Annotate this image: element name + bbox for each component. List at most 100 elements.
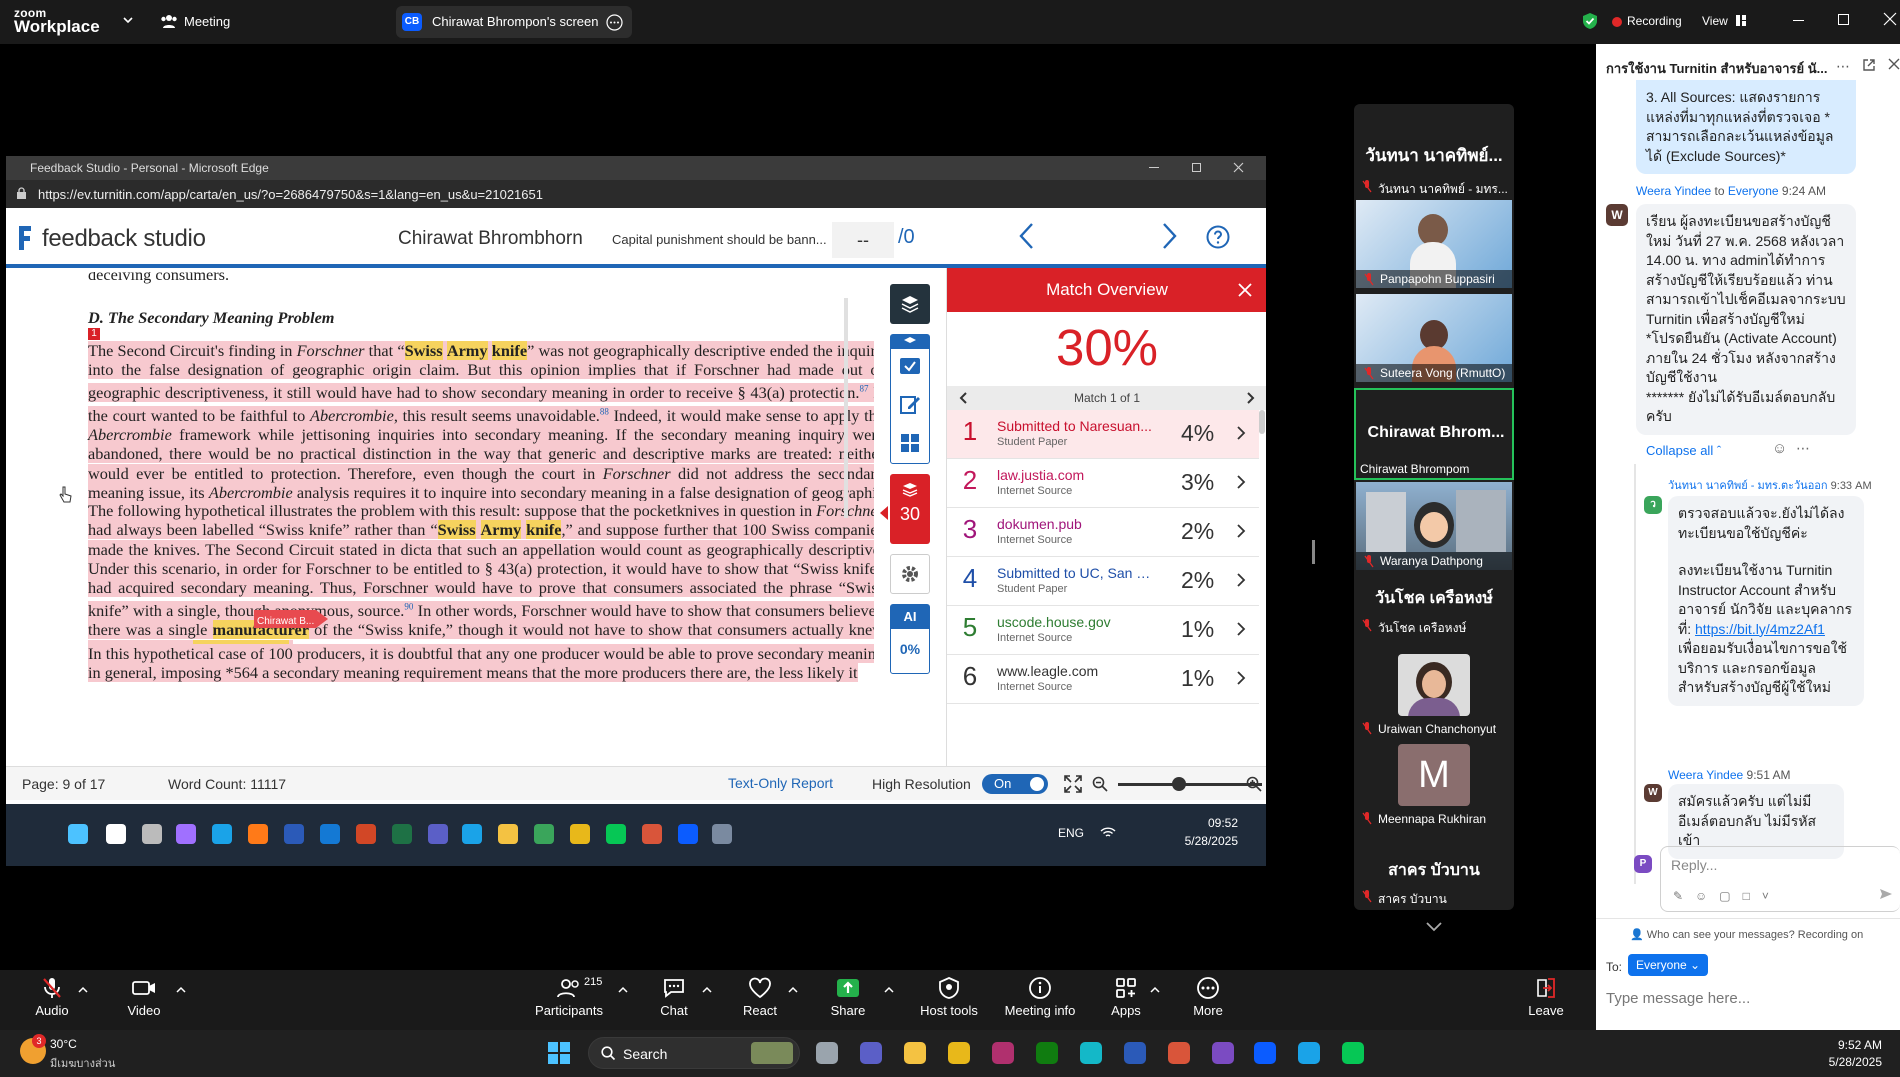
word-icon[interactable]: [284, 824, 304, 844]
calculator-icon[interactable]: [712, 824, 732, 844]
copilot-icon[interactable]: [176, 824, 196, 844]
edit-tool-icon[interactable]: [899, 393, 921, 415]
screen-share-chip[interactable]: CB Chirawat Bhrompon's screen: [396, 6, 632, 38]
next-match-icon[interactable]: [1247, 392, 1255, 404]
matched-phrase[interactable]: Swiss: [404, 341, 443, 360]
similarity-button[interactable]: 30: [890, 474, 930, 544]
audio-options-chevron-icon[interactable]: [78, 986, 88, 993]
start-windows-icon[interactable]: [548, 1042, 570, 1064]
restore-icon[interactable]: [1838, 14, 1849, 25]
match-expand-chevron-icon[interactable]: [1237, 622, 1246, 636]
host-tools-button[interactable]: Host tools: [904, 976, 994, 1018]
matched-phrase[interactable]: Swiss: [437, 520, 476, 540]
match-expand-chevron-icon[interactable]: [1237, 524, 1246, 538]
chat-options-chevron-icon[interactable]: [702, 986, 712, 993]
zoom-slider[interactable]: [1118, 783, 1262, 786]
matched-phrase[interactable]: Army: [480, 520, 522, 540]
address-bar[interactable]: https://ev.turnitin.com/app/carta/en_us/…: [6, 180, 1266, 208]
participant-tile-4[interactable]: Waranya Dathpong: [1356, 482, 1512, 570]
more-button[interactable]: More: [1168, 976, 1248, 1018]
zoom-in-icon[interactable]: [1246, 776, 1262, 792]
chrome-profile-icon[interactable]: [642, 824, 662, 844]
minimize-icon[interactable]: [1793, 20, 1804, 21]
message-visibility-note[interactable]: 👤 Who can see your messages? Recording o…: [1630, 928, 1863, 941]
match-list-scrollbar[interactable]: [1259, 410, 1265, 434]
match-expand-chevron-icon[interactable]: [1237, 475, 1246, 489]
notepad-icon[interactable]: [1124, 1042, 1146, 1064]
chat-link[interactable]: https://bit.ly/4mz2Af1: [1695, 621, 1825, 637]
participants-options-chevron-icon[interactable]: [618, 986, 628, 993]
text-only-report-link[interactable]: Text-Only Report: [728, 775, 833, 791]
react-options-chevron-icon[interactable]: [788, 986, 798, 993]
reply-input[interactable]: Reply...: [1671, 857, 1717, 873]
maps-icon[interactable]: [534, 824, 554, 844]
grid-tool-icon[interactable]: [900, 433, 920, 453]
previous-paper-icon[interactable]: [1018, 222, 1034, 250]
participant-tile-2[interactable]: Suteera Vong (RmuttO): [1356, 294, 1512, 382]
file-explorer-icon[interactable]: [904, 1042, 926, 1064]
edge-close-icon[interactable]: [1233, 162, 1244, 173]
firefox-icon[interactable]: [248, 824, 268, 844]
layers-button[interactable]: [890, 284, 930, 324]
xbox-icon[interactable]: [1036, 1042, 1058, 1064]
message-input[interactable]: Type message here...: [1606, 990, 1750, 1007]
edge-restore-icon[interactable]: [1192, 163, 1201, 172]
chrome-profile-icon[interactable]: [1168, 1042, 1190, 1064]
taskbar-search[interactable]: Search: [588, 1037, 800, 1069]
grading-layer-icon[interactable]: [891, 335, 929, 349]
edge-minimize-icon[interactable]: [1149, 167, 1159, 168]
share-button[interactable]: Share: [808, 976, 888, 1018]
close-chat-icon[interactable]: [1888, 58, 1900, 70]
task-view-icon[interactable]: [142, 824, 162, 844]
apps-options-chevron-icon[interactable]: [1150, 986, 1160, 993]
active-speaker-tile[interactable]: Chirawat Bhrom... Chirawat Bhrompom: [1354, 388, 1514, 480]
match-row-3[interactable]: 3 dokumen.pub Internet Source 2%: [947, 508, 1259, 557]
media-icon[interactable]: [992, 1042, 1014, 1064]
zoom-app-icon[interactable]: [1254, 1042, 1276, 1064]
apps-button[interactable]: Apps: [1086, 976, 1166, 1018]
doc-scrollbar[interactable]: [844, 298, 848, 518]
teams-icon[interactable]: [428, 824, 448, 844]
ai-writing-button[interactable]: AI 0%: [890, 604, 930, 674]
match-row-1[interactable]: 1 Submitted to Naresuan... Student Paper 4%: [947, 410, 1259, 459]
scroll-down-chevron-icon[interactable]: [1426, 922, 1442, 932]
match-expand-chevron-icon[interactable]: [1237, 671, 1246, 685]
chat-button[interactable]: Chat: [634, 976, 714, 1018]
document-viewer[interactable]: deceiving consumers. D. The Secondary Me…: [6, 272, 874, 766]
chrome-icon[interactable]: [948, 1042, 970, 1064]
meeting-label[interactable]: Meeting: [184, 14, 230, 29]
chrome-alt-icon[interactable]: [1212, 1042, 1234, 1064]
search-icon[interactable]: [106, 824, 126, 844]
high-resolution-toggle[interactable]: On: [982, 774, 1048, 794]
match-row-5[interactable]: 5 uscode.house.gov Internet Source 1%: [947, 606, 1259, 655]
meeting-info-button[interactable]: Meeting info: [990, 976, 1090, 1018]
add-reaction-icon[interactable]: ☺: [1772, 440, 1787, 457]
reply-send-icon[interactable]: [1879, 887, 1893, 901]
wifi-icon[interactable]: [1100, 826, 1116, 839]
matched-phrase[interactable]: Army: [446, 341, 488, 360]
match-expand-chevron-icon[interactable]: [1237, 573, 1246, 587]
close-window-icon[interactable]: [1883, 12, 1897, 26]
next-paper-icon[interactable]: [1162, 222, 1178, 250]
line-icon[interactable]: [606, 824, 626, 844]
url-text[interactable]: https://ev.turnitin.com/app/carta/en_us/…: [38, 187, 543, 202]
comment-flag[interactable]: Chirawat B...: [254, 608, 330, 630]
prev-match-icon[interactable]: [959, 392, 967, 404]
reply-box[interactable]: Reply... ✎☺▢□˅: [1660, 846, 1900, 912]
matched-phrase[interactable]: knife: [526, 520, 562, 540]
outlook-icon[interactable]: [320, 824, 340, 844]
recipient-dropdown[interactable]: Everyone ⌄: [1628, 954, 1709, 976]
view-button[interactable]: View: [1702, 14, 1728, 28]
match-row-2[interactable]: 2 law.justia.com Internet Source 3%: [947, 459, 1259, 508]
canva-icon[interactable]: [1080, 1042, 1102, 1064]
zoom-app-icon[interactable]: [678, 824, 698, 844]
help-icon[interactable]: [1206, 225, 1230, 249]
popout-icon[interactable]: [1862, 58, 1876, 72]
line-icon[interactable]: [1342, 1042, 1364, 1064]
teams-icon[interactable]: [860, 1042, 882, 1064]
close-panel-icon[interactable]: [1237, 282, 1253, 298]
security-shield-icon[interactable]: [1582, 12, 1598, 30]
view-grid-icon[interactable]: [1736, 15, 1746, 26]
matched-phrase[interactable]: knife: [491, 341, 528, 360]
chrome-icon[interactable]: [570, 824, 590, 844]
